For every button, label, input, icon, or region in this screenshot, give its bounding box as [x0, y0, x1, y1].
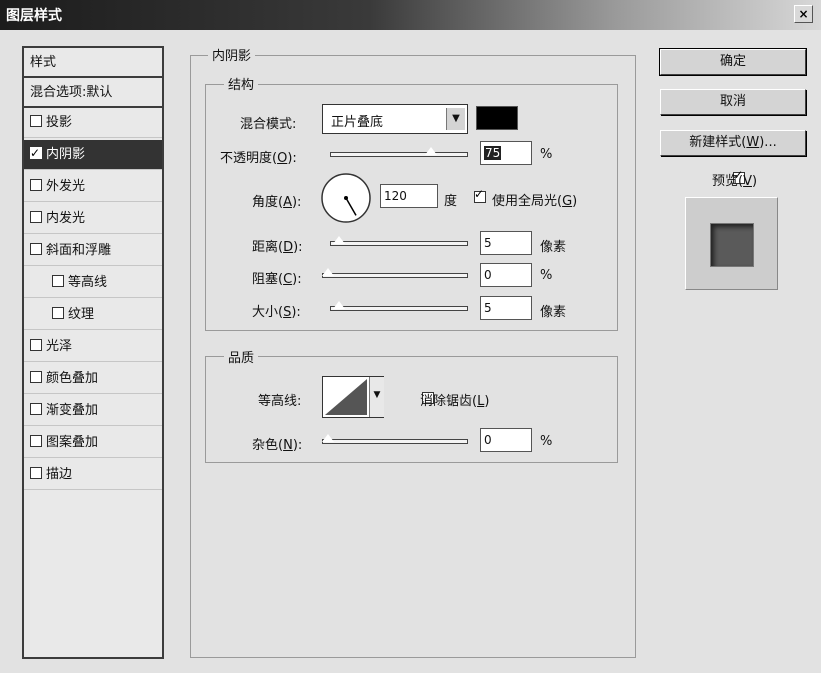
style-item-checkbox[interactable]: [30, 243, 42, 255]
style-item-label: 内阴影: [46, 147, 86, 162]
distance-label: 距离(D):: [252, 240, 303, 255]
size-slider-thumb[interactable]: [331, 300, 346, 310]
opacity-value: 75: [484, 146, 502, 160]
style-list: 样式 混合选项:默认 投影内阴影外发光内发光斜面和浮雕等高线纹理光泽颜色叠加渐变…: [22, 46, 164, 659]
noise-unit: %: [540, 434, 553, 449]
style-item[interactable]: 图案叠加: [24, 428, 162, 458]
shadow-color-swatch[interactable]: [476, 106, 518, 130]
choke-input[interactable]: 0: [480, 263, 532, 287]
noise-slider-thumb[interactable]: [321, 433, 335, 443]
choke-slider-thumb[interactable]: [321, 267, 335, 277]
opacity-label: 不透明度(O):: [220, 151, 297, 166]
style-item-label: 光泽: [46, 339, 73, 354]
distance-input[interactable]: 5: [480, 231, 532, 255]
distance-slider-thumb[interactable]: [331, 235, 346, 245]
blend-options-label: 混合选项:默认: [30, 85, 113, 100]
style-item-checkbox[interactable]: [52, 307, 64, 319]
contour-label: 等高线:: [258, 394, 302, 409]
title-bar: 图层样式 ×: [0, 0, 821, 30]
angle-dial[interactable]: [320, 172, 372, 224]
style-item-checkbox[interactable]: [30, 339, 42, 351]
blend-mode-value: 正片叠底: [331, 115, 384, 130]
style-preview-swatch: [710, 223, 754, 267]
style-item-label: 等高线: [68, 275, 108, 290]
style-item-label: 投影: [46, 115, 73, 130]
style-item[interactable]: 描边: [24, 460, 162, 490]
style-item[interactable]: 纹理: [24, 300, 162, 330]
style-list-header[interactable]: 样式: [24, 48, 162, 78]
style-item-checkbox[interactable]: [52, 275, 64, 287]
opacity-slider-track[interactable]: [330, 152, 468, 157]
opacity-unit: %: [540, 147, 553, 162]
new-style-button[interactable]: 新建样式(W)...: [660, 130, 806, 156]
angle-label: 角度(A):: [252, 195, 302, 210]
size-unit: 像素: [540, 305, 567, 320]
style-item-checkbox[interactable]: [30, 371, 42, 383]
contour-linear-icon: [325, 379, 367, 415]
noise-slider-track[interactable]: [322, 439, 468, 444]
style-item-checkbox[interactable]: [30, 435, 42, 447]
style-item-label: 渐变叠加: [46, 403, 99, 418]
style-item-label: 纹理: [68, 307, 95, 322]
contour-chevron-down-icon: ▼: [369, 377, 384, 417]
style-item-checkbox[interactable]: [30, 467, 42, 479]
inner-shadow-title: 内阴影: [208, 45, 256, 64]
style-item[interactable]: 内发光: [24, 204, 162, 234]
angle-unit: 度: [444, 194, 458, 209]
global-light-label: 使用全局光(G): [492, 194, 578, 209]
structure-title: 结构: [224, 74, 259, 93]
angle-input[interactable]: 120: [380, 184, 438, 208]
preview-label: 预览(V): [712, 174, 758, 189]
style-item[interactable]: 投影: [24, 108, 162, 138]
choke-label: 阻塞(C):: [252, 272, 302, 287]
opacity-input[interactable]: 75: [480, 141, 532, 165]
cancel-button[interactable]: 取消: [660, 89, 806, 115]
style-item[interactable]: 斜面和浮雕: [24, 236, 162, 266]
style-item-label: 外发光: [46, 179, 86, 194]
style-item-checkbox[interactable]: [30, 179, 42, 191]
style-item[interactable]: 颜色叠加: [24, 364, 162, 394]
style-item-label: 内发光: [46, 211, 86, 226]
blend-mode-label: 混合模式:: [240, 117, 297, 132]
distance-slider-track[interactable]: [330, 241, 468, 246]
angle-dial-center: [344, 196, 348, 200]
style-item-label: 描边: [46, 467, 73, 482]
style-item-label: 斜面和浮雕: [46, 243, 112, 258]
style-item[interactable]: 外发光: [24, 172, 162, 202]
global-light-checkbox[interactable]: [474, 187, 486, 203]
opacity-slider-thumb[interactable]: [423, 146, 438, 156]
style-item-checkbox[interactable]: [30, 115, 42, 127]
ok-button[interactable]: 确定: [659, 48, 807, 76]
noise-input[interactable]: 0: [480, 428, 532, 452]
style-item-checkbox[interactable]: [30, 211, 42, 223]
anti-alias-label: 消除锯齿(L): [420, 394, 490, 409]
quality-title: 品质: [224, 347, 259, 366]
chevron-down-icon: ▼: [446, 108, 465, 130]
choke-slider-track[interactable]: [322, 273, 468, 278]
window-title: 图层样式: [6, 8, 62, 24]
blend-options-default[interactable]: 混合选项:默认: [24, 78, 162, 108]
style-preview-box: [685, 197, 778, 290]
noise-label: 杂色(N):: [252, 438, 303, 453]
choke-unit: %: [540, 268, 553, 283]
style-item-checkbox[interactable]: [30, 403, 42, 415]
blend-mode-select[interactable]: 正片叠底 ▼: [322, 104, 468, 134]
style-item[interactable]: 等高线: [24, 268, 162, 298]
style-item[interactable]: 渐变叠加: [24, 396, 162, 426]
size-slider-track[interactable]: [330, 306, 468, 311]
style-item-label: 颜色叠加: [46, 371, 99, 386]
style-item[interactable]: 内阴影: [24, 140, 162, 170]
close-button[interactable]: ×: [794, 5, 813, 23]
style-item-label: 图案叠加: [46, 435, 99, 450]
style-item[interactable]: 光泽: [24, 332, 162, 362]
style-list-header-label: 样式: [30, 55, 57, 70]
style-item-checkbox[interactable]: [30, 143, 42, 163]
contour-picker[interactable]: ▼: [322, 376, 384, 418]
size-label: 大小(S):: [252, 305, 301, 320]
size-input[interactable]: 5: [480, 296, 532, 320]
distance-unit: 像素: [540, 240, 567, 255]
